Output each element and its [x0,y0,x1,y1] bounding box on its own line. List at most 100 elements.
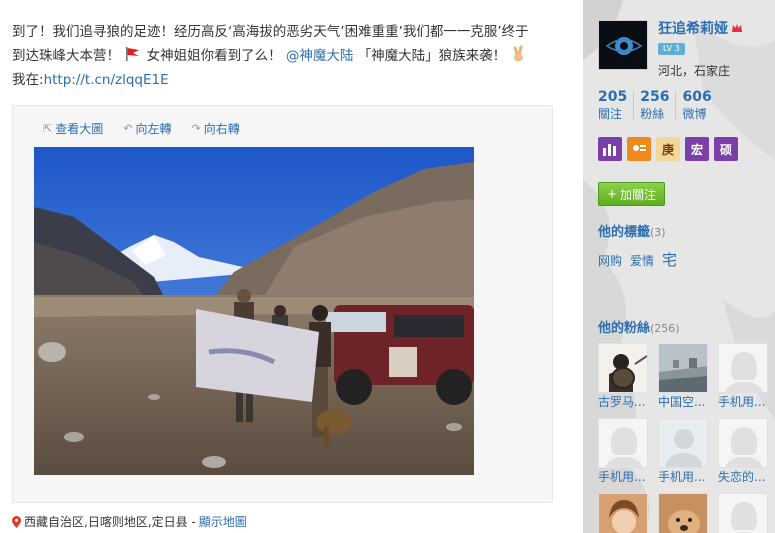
id-card-icon [633,145,646,151]
checkin-label: 我在: [12,72,44,88]
geng-medal-icon[interactable]: 庚 [656,137,680,161]
external-link-icon: ⇱ [43,122,53,135]
profile-stats: 205 關注 256 粉絲 606 微博 [598,89,712,122]
default-female-avatar-icon [599,419,647,467]
short-url-link[interactable]: http://t.cn/zlqqE1E [44,72,169,88]
girl-photo-avatar-icon [599,494,647,533]
gladiator-avatar-icon [599,344,647,392]
dog-photo-avatar-icon [659,494,707,533]
default-male-avatar-icon [659,419,707,467]
rotate-right-label: 向右轉 [203,122,240,136]
stat-following-num: 205 [598,89,628,105]
fan-avatar [658,418,708,468]
fan-item[interactable] [598,493,648,533]
feed-main: 到了！我们追寻狼的足迹！经历高反‘高海拔的恶劣天气’困难重重’我们都一一克服’终… [0,0,583,533]
fan-name: 手机用... [658,470,706,484]
stat-fans-num: 256 [640,89,670,105]
stat-divider [675,91,677,119]
level-badge: LV 3 [658,43,685,55]
victory-hand-emoji-icon [513,45,524,62]
rotate-left-label: 向左轉 [135,122,172,136]
stat-fans-label: 粉絲 [640,107,665,121]
fan-name: 手机用... [718,395,766,409]
mention-link[interactable]: @神魔大陆 [286,48,354,64]
fan-item[interactable] [718,493,768,533]
default-female-avatar-icon [719,494,767,533]
stat-following[interactable]: 205 關注 [598,89,627,122]
shuo-medal-icon[interactable]: 硕 [714,137,738,161]
nickname-text: 狂追希莉娅 [658,21,728,37]
bar-chart-medal-icon[interactable] [598,137,622,161]
media-toolbar: ⇱ 查看大圖 ↶ 向左轉 ↷ 向右轉 [43,120,240,137]
stat-posts[interactable]: 606 微博 [682,89,711,122]
hong-medal-icon[interactable]: 宏 [685,137,709,161]
profile-nickname[interactable]: 狂追希莉娅 [658,18,743,38]
stat-fans[interactable]: 256 粉絲 [640,89,669,122]
fan-avatar [658,343,708,393]
show-map-link[interactable]: 顯示地圖 [199,513,247,530]
post-text-segment: 到达珠峰大本营！ [12,48,120,64]
post-location: 西藏自治区,日喀则地区,定日县 - 顯示地圖 [12,513,247,530]
page: 到了！我们追寻狼的足迹！经历高反‘高海拔的恶劣天气’困难重重’我们都一一克服’终… [0,0,775,533]
stat-posts-label: 微博 [682,107,707,121]
tag-item[interactable]: 网购 [598,252,622,269]
medal-row: 庚 宏 硕 [598,137,738,161]
flag-emoji-icon [126,47,140,61]
tags-count: (3) [650,226,666,239]
stat-posts-num: 606 [682,89,712,105]
fans-grid: 古罗马... 中国空... 手机用... 手机用... 手机用... 失恋的..… [598,343,768,533]
fans-count: (256) [650,322,680,335]
post-photo[interactable] [34,147,474,475]
fan-name: 手机用... [598,470,646,484]
post-line-1: 到了！我们追寻狼的足迹！经历高反‘高海拔的恶劣天气’困难重重’我们都一一克服’终… [12,24,529,40]
profile-avatar[interactable] [598,20,648,70]
vip-crown-icon [732,24,742,32]
fan-name: 失恋的... [718,470,766,484]
fan-item[interactable]: 手机用... [658,418,708,486]
fan-avatar [598,343,648,393]
tag-item[interactable]: 宅 [662,249,677,270]
aircraft-carrier-avatar-icon [659,344,707,392]
tag-list: 网购 爱情 宅 [598,249,677,270]
fans-title-text: 他的粉絲 [598,321,651,336]
default-female-avatar-icon [719,344,767,392]
tags-title-text: 他的標籤 [598,225,651,240]
fans-section-title[interactable]: 他的粉絲(256) [598,317,680,336]
stat-following-label: 關注 [598,107,623,121]
tag-item[interactable]: 爱情 [630,252,654,269]
id-card-medal-icon[interactable] [627,137,651,161]
fan-item[interactable]: 手机用... [598,418,648,486]
fan-item[interactable]: 古罗马... [598,343,648,411]
fan-avatar [598,418,648,468]
profile-sidebar: 狂追希莉娅 LV 3 河北，石家庄 205 關注 256 粉絲 606 微博 庚… [583,0,775,533]
view-large-label: 查看大圖 [55,122,104,136]
bar-chart-icon [603,144,616,156]
fan-name: 古罗马... [598,395,646,409]
rotate-right-button[interactable]: ↷ 向右轉 [191,120,239,137]
rotate-left-button[interactable]: ↶ 向左轉 [123,120,171,137]
post-line-2: 到达珠峰大本营！ 女神姐姐你看到了么！ @神魔大陆 「神魔大陆」狼族来袭！ [12,44,552,68]
fan-name: 中国空... [658,395,706,409]
tags-section-title[interactable]: 他的標籤(3) [598,221,666,240]
fan-avatar [658,493,708,533]
post-text: 到了！我们追寻狼的足迹！经历高反‘高海拔的恶劣天气’困难重重’我们都一一克服’终… [12,20,552,92]
fan-avatar [718,418,768,468]
fan-avatar [718,343,768,393]
fan-item[interactable]: 手机用... [718,343,768,411]
post-text-segment: 「神魔大陆」狼族来袭！ [357,48,507,64]
rotate-right-icon: ↷ [191,122,201,135]
fan-item[interactable] [658,493,708,533]
fan-item[interactable]: 失恋的... [718,418,768,486]
follow-label: 加關注 [620,187,657,202]
view-large-button[interactable]: ⇱ 查看大圖 [43,120,103,137]
rotate-left-icon: ↶ [123,122,133,135]
fan-item[interactable]: 中国空... [658,343,708,411]
stat-divider [633,91,635,119]
fan-avatar [718,493,768,533]
fan-avatar [598,493,648,533]
follow-button[interactable]: + 加關注 [598,182,665,206]
everest-base-camp-photo [34,147,474,475]
avatar-eye-image [599,21,647,69]
post-line-3: 我在:http://t.cn/zlqqE1E [12,68,552,92]
default-female-avatar-icon [719,419,767,467]
